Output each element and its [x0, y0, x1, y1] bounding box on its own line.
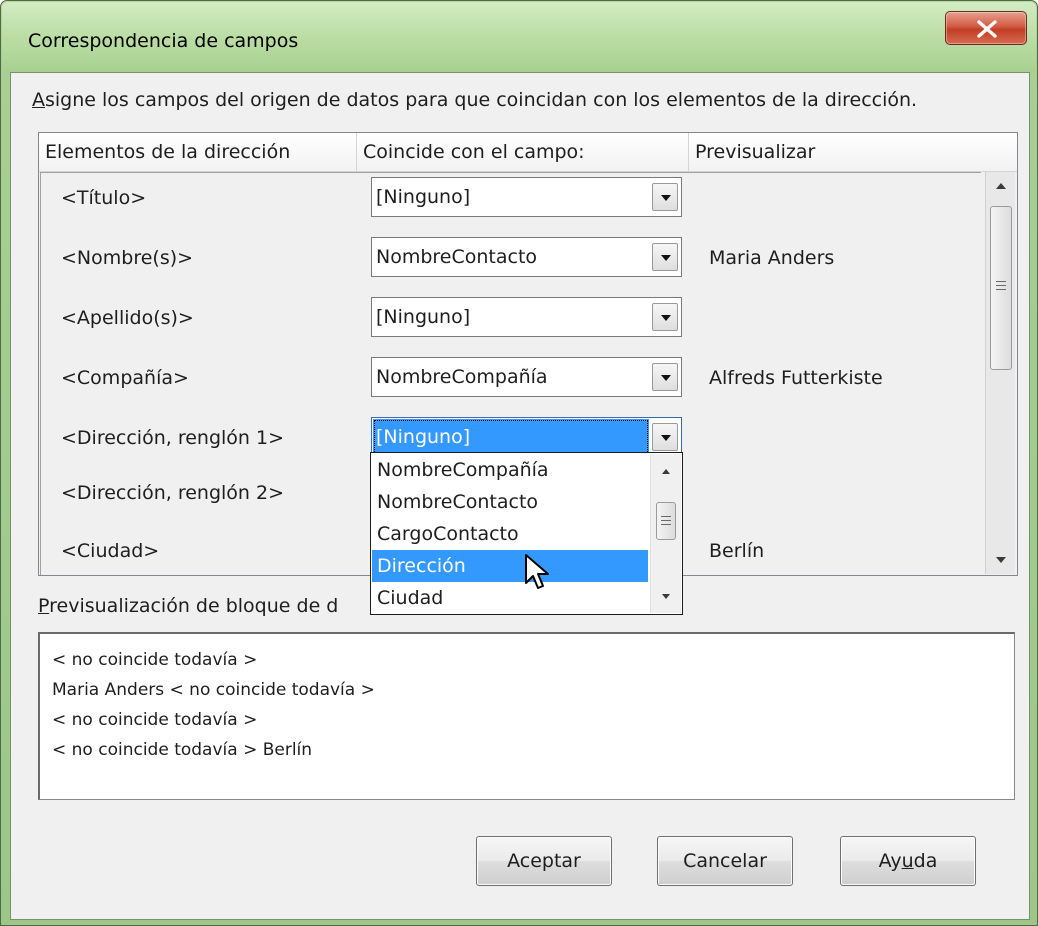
chevron-down-icon: [661, 195, 671, 201]
scrollbar-thumb[interactable]: [990, 206, 1012, 370]
column-header-preview[interactable]: Previsualizar: [689, 133, 1017, 171]
preview-line: < no coincide todavía >: [52, 710, 258, 730]
field-combobox[interactable]: [Ninguno]: [371, 177, 682, 217]
field-combobox-value: [Ninguno]: [376, 186, 471, 208]
address-element-label: <Compañía>: [61, 367, 189, 389]
address-element-label: <Título>: [61, 187, 147, 209]
grip-line: [996, 289, 1006, 290]
combobox-dropdown-button[interactable]: [652, 303, 678, 331]
field-combobox[interactable]: NombreCompañía: [371, 357, 682, 397]
preview-value: Maria Anders: [709, 247, 835, 269]
dropdown-option[interactable]: NombreCompañía: [372, 454, 648, 486]
preview-line: < no coincide todavía > Berlín: [52, 740, 313, 760]
instruction-rest: signe los campos del origen de datos par…: [45, 89, 918, 111]
help-label-part: da: [913, 850, 938, 872]
grip-line: [661, 520, 671, 521]
help-label-part: Ay: [878, 850, 902, 872]
address-element-label: <Nombre(s)>: [61, 247, 194, 269]
table-row: <Apellido(s)> [Ninguno]: [41, 295, 981, 341]
address-element-label: <Dirección, renglón 2>: [61, 482, 285, 504]
chevron-down-icon: [661, 315, 671, 321]
preview-label-mnemonic: P: [38, 595, 50, 617]
cancel-button[interactable]: Cancelar: [657, 836, 793, 886]
scroll-down-icon[interactable]: [661, 593, 671, 600]
scroll-up-icon[interactable]: [995, 182, 1007, 190]
address-element-label: <Apellido(s)>: [61, 307, 194, 329]
table-row: <Título> [Ninguno]: [41, 175, 981, 221]
field-combobox-value: NombreContacto: [376, 246, 538, 268]
instruction-mnemonic: A: [32, 89, 45, 111]
dropdown-option[interactable]: NombreContacto: [372, 486, 648, 518]
preview-line: Maria Anders < no coincide todavía >: [52, 680, 375, 700]
help-button[interactable]: Ayuda: [840, 836, 976, 886]
dropdown-scrollbar[interactable]: [650, 454, 681, 613]
window-title: Correspondencia de campos: [28, 30, 299, 52]
column-header-elements[interactable]: Elementos de la dirección: [39, 133, 357, 171]
instruction-text: Asigne los campos del origen de datos pa…: [32, 89, 917, 111]
table-row: <Nombre(s)> NombreContacto Maria Anders: [41, 235, 981, 281]
mouse-pointer-icon: [525, 554, 549, 589]
scroll-down-icon[interactable]: [995, 556, 1007, 564]
help-label-mnemonic: u: [901, 850, 914, 872]
grip-line: [996, 281, 1006, 282]
chevron-down-icon: [661, 255, 671, 261]
chevron-down-icon: [661, 435, 671, 441]
address-preview-box: < no coincide todavía > Maria Anders < n…: [38, 632, 1015, 800]
field-combobox-active[interactable]: [Ninguno]: [371, 417, 682, 457]
ok-button[interactable]: Aceptar: [476, 836, 612, 886]
field-combobox-value: [Ninguno]: [376, 426, 471, 448]
address-element-label: <Ciudad>: [61, 540, 160, 562]
scrollbar-thumb[interactable]: [656, 502, 676, 540]
scroll-up-icon[interactable]: [661, 468, 671, 475]
chevron-down-icon: [661, 375, 671, 381]
preview-label: Previsualización de bloque de d: [38, 591, 370, 621]
combobox-dropdown-button[interactable]: [652, 183, 678, 211]
title-bar[interactable]: Correspondencia de campos: [2, 2, 1036, 72]
dropdown-option-selected[interactable]: Dirección: [372, 550, 648, 582]
field-combobox[interactable]: [Ninguno]: [371, 297, 682, 337]
field-combobox-value: [Ninguno]: [376, 306, 471, 328]
dropdown-option[interactable]: CargoContacto: [372, 518, 648, 550]
close-icon: [977, 20, 997, 38]
combobox-dropdown-button[interactable]: [652, 423, 678, 451]
field-combobox-value: NombreCompañía: [376, 366, 548, 388]
table-header: Elementos de la dirección Coincide con e…: [39, 133, 1017, 172]
address-element-label: <Dirección, renglón 1>: [61, 427, 285, 449]
grip-line: [996, 285, 1006, 286]
column-header-field[interactable]: Coincide con el campo:: [357, 133, 689, 171]
close-button[interactable]: [945, 11, 1027, 45]
preview-value: Berlín: [709, 540, 765, 562]
preview-label-rest: revisualización de bloque de d: [49, 595, 339, 617]
field-combobox[interactable]: NombreContacto: [371, 237, 682, 277]
combobox-dropdown-button[interactable]: [652, 243, 678, 271]
grip-line: [661, 516, 671, 517]
grip-line: [661, 524, 671, 525]
dropdown-option[interactable]: Ciudad: [372, 582, 648, 614]
table-row: <Compañía> NombreCompañía Alfreds Futter…: [41, 355, 981, 401]
preview-value: Alfreds Futterkiste: [709, 367, 883, 389]
table-scrollbar[interactable]: [985, 172, 1015, 574]
preview-line: < no coincide todavía >: [52, 650, 258, 670]
combobox-dropdown-button[interactable]: [652, 363, 678, 391]
